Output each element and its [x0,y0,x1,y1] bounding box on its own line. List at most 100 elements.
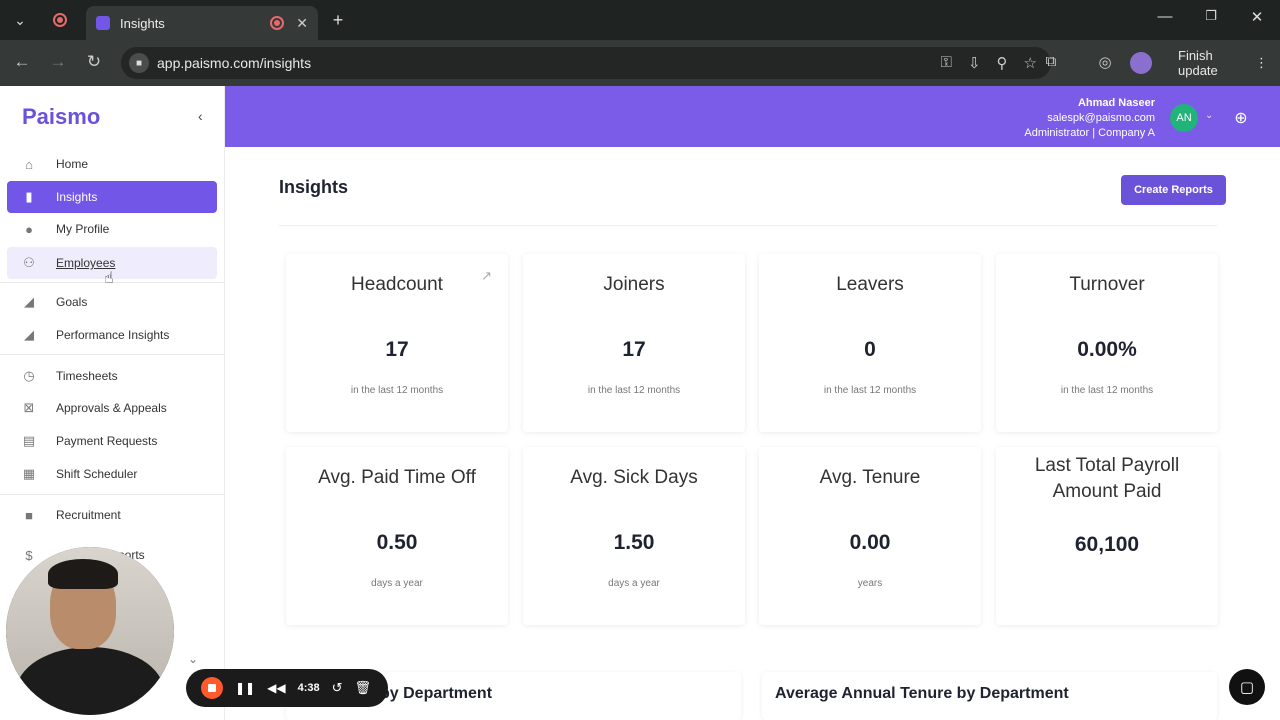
sidebar-divider [0,354,225,355]
card-value: 0.50 [376,531,418,554]
sidebar-item-label: Goals [56,295,88,309]
bookmark-star-icon[interactable]: ☆ [1024,54,1037,72]
avg-sick-days-card[interactable]: Avg. Sick Days 1.50 days a year [523,447,745,625]
sidebar-item-label: Timesheets [56,369,118,383]
user-email: salespk@paismo.com [1047,112,1155,124]
card-title: Avg. Tenure [819,467,921,488]
recorder-controls: ❚❚ ◀◀ 4:38 ↺ 🗑 [186,669,388,707]
browser-toolbar: ← → ↻ ■ app.paismo.com/insights ⚿ ⇩ ⚲ ☆ … [0,40,1280,86]
restart-icon[interactable]: ↺ [332,680,343,696]
sidebar-item-label: Insights [56,190,98,204]
chevron-down-icon[interactable]: ⌄ [1205,110,1213,121]
tab-search-dropdown-icon[interactable]: ⌄ [8,8,32,32]
sidebar-item-home[interactable]: ⌂ Home [7,148,217,180]
address-bar[interactable]: ■ app.paismo.com/insights ⚿ ⇩ ⚲ ☆ [121,47,1051,79]
reload-icon[interactable]: ↻ [82,52,106,72]
joiners-card[interactable]: Joiners 17 in the last 12 months [523,254,745,432]
forward-icon[interactable]: → [46,52,70,72]
back-icon[interactable]: ← [10,52,34,72]
calendar-x-icon: ⊠ [23,400,35,415]
browser-profile-avatar[interactable] [1130,52,1152,74]
finish-update-button[interactable]: Finish update ⋮ [1166,48,1280,78]
rewind-icon[interactable]: ◀◀ [267,681,285,695]
install-app-icon[interactable]: ⇩ [968,54,981,72]
sidebar-item-shift-scheduler[interactable]: ▦ Shift Scheduler [7,458,217,490]
goal-icon: ◢ [24,294,34,309]
headcount-card[interactable]: Headcount ↗ 17 in the last 12 months [286,254,508,432]
new-tab-button[interactable]: + [326,8,350,32]
payment-icon: ▤ [22,433,36,448]
sidebar-item-insights[interactable]: ▮ Insights [7,181,217,213]
card-subtitle: in the last 12 months [350,385,444,396]
zoom-icon[interactable]: ⚲ [997,54,1008,72]
app-logo[interactable]: Paismo [22,104,100,130]
bar-chart-icon: ▮ [25,189,33,204]
sidebar-item-recruitment[interactable]: ■ Recruitment [7,499,217,531]
turnover-card[interactable]: Turnover 0.00% in the last 12 months [996,254,1218,432]
avg-paid-time-off-card[interactable]: Avg. Paid Time Off 0.50 days a year [286,447,508,625]
card-subtitle: years [857,578,883,589]
card-subtitle: days a year [608,578,660,589]
card-title: Turnover [1069,274,1145,295]
card-value: 1.50 [613,531,655,554]
tab-title: Insights [120,15,165,31]
card-subtitle: in the last 12 months [823,385,917,396]
sidebar-item-label: Performance Insights [56,328,170,342]
recording-tab-icon[interactable] [48,8,72,32]
stopwatch-icon: ◷ [23,368,35,383]
leavers-card[interactable]: Leavers 0 in the last 12 months [759,254,981,432]
minimize-icon[interactable]: — [1150,8,1180,25]
restore-icon[interactable]: ❐ [1196,8,1226,24]
window-close-icon[interactable]: ✕ [1242,8,1272,26]
tab-close-icon[interactable]: ✕ [296,15,308,32]
sidebar-scroll-chevron-down-icon[interactable]: ⌄ [188,652,198,666]
title-divider [279,225,1217,226]
webcam-overlay [6,547,174,715]
mouse-pointer-icon: ☝ [104,270,114,287]
sidebar-divider [0,494,225,495]
extensions-icon[interactable]: ⧉ [1040,53,1062,70]
card-value: 0.00% [1077,338,1137,361]
sidebar-item-label: Shift Scheduler [56,467,138,481]
calendar-icon: ▦ [22,466,36,481]
card-subtitle: in the last 12 months [587,385,681,396]
chat-bubble-icon: ▢ [1239,679,1255,696]
sidebar-item-my-profile[interactable]: ● My Profile [7,213,217,245]
collapse-sidebar-icon[interactable]: ‹ [198,108,203,124]
card-value: 17 [622,338,646,361]
sidebar-item-payment-requests[interactable]: ▤ Payment Requests [7,425,217,457]
user-info[interactable]: Ahmad Naseer salespk@paismo.com Administ… [1024,96,1155,141]
open-arrow-icon[interactable]: ↗ [481,268,492,284]
pause-icon[interactable]: ❚❚ [235,681,255,695]
globe-icon[interactable]: ⊕ [1231,108,1251,128]
people-icon: ⚇ [23,255,35,270]
sidebar-item-goals[interactable]: ◢ Goals [7,286,217,318]
card-subtitle: days a year [371,578,423,589]
app-header: Ahmad Naseer salespk@paismo.com Administ… [225,86,1280,147]
user-name: Ahmad Naseer [1077,97,1155,109]
browser-tab-bar: ⌄ Insights ✕ + — ❐ ✕ [0,0,1280,40]
avg-tenure-card[interactable]: Avg. Tenure 0.00 years [759,447,981,625]
sidebar-item-label: Approvals & Appeals [56,401,167,415]
url-text[interactable]: app.paismo.com/insights [157,55,941,71]
card-subtitle: in the last 12 months [1060,385,1154,396]
recording-time: 4:38 [297,682,320,694]
create-reports-button[interactable]: Create Reports [1121,175,1226,205]
last-total-payroll-card[interactable]: Last Total Payroll Amount Paid 60,100 [996,447,1218,625]
performance-icon: ◢ [24,327,34,342]
stop-recording-button[interactable] [201,677,223,699]
sidebar-item-performance-insights[interactable]: ◢ Performance Insights [7,319,217,351]
sidebar-item-timesheets[interactable]: ◷ Timesheets [7,360,217,392]
avatar[interactable]: AN [1170,104,1198,132]
card-title: Headcount [351,274,443,295]
chat-support-button[interactable]: ▢ [1229,669,1265,705]
password-key-icon[interactable]: ⚿ [941,54,952,72]
sidebar-item-approvals-appeals[interactable]: ⊠ Approvals & Appeals [7,392,217,424]
performance-extension-icon[interactable]: ◎ [1094,53,1116,71]
card-title: Avg. Paid Time Off [318,467,476,488]
site-info-icon[interactable]: ■ [129,53,149,73]
delete-icon[interactable]: 🗑 [355,680,372,696]
paismo-favicon-icon [96,16,110,30]
browser-tab-insights[interactable]: Insights ✕ [86,6,318,40]
home-icon: ⌂ [25,156,33,172]
